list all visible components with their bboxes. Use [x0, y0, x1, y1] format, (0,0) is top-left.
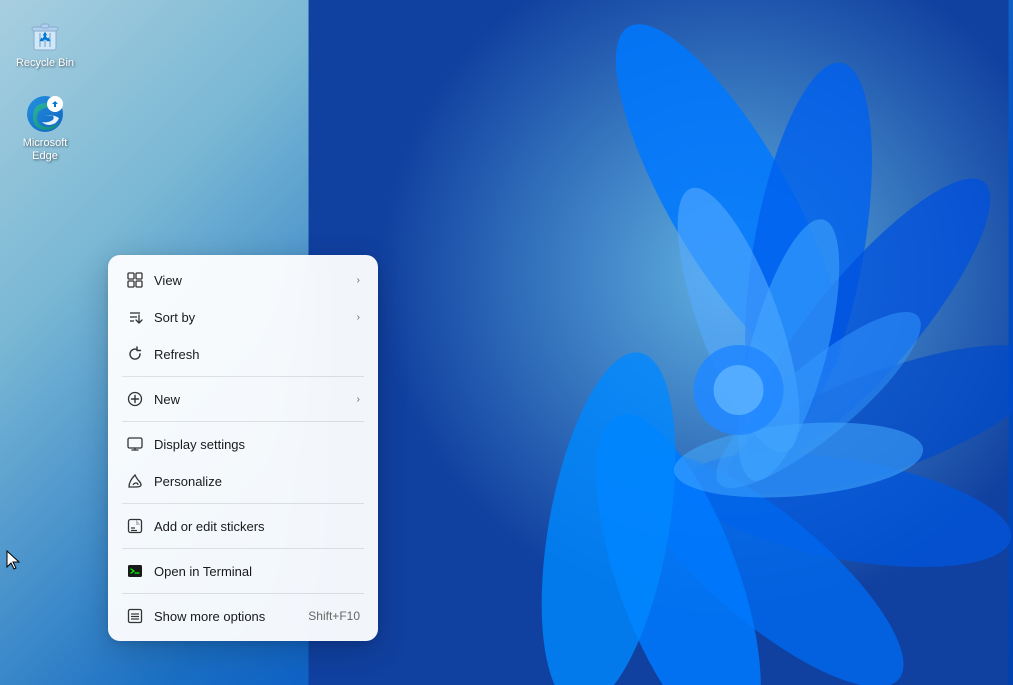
separator-4 — [122, 548, 364, 549]
menu-item-display-label: Display settings — [154, 437, 360, 452]
menu-item-more-options[interactable]: Show more options Shift+F10 — [112, 598, 374, 634]
new-arrow-icon: › — [357, 394, 360, 405]
menu-item-terminal[interactable]: Open in Terminal — [112, 553, 374, 589]
sort-arrow-icon: › — [357, 312, 360, 323]
context-menu: View › Sort by › Refresh — [108, 255, 378, 641]
menu-item-new-label: New — [154, 392, 347, 407]
menu-item-view[interactable]: View › — [112, 262, 374, 298]
edge-image — [25, 94, 65, 134]
recycle-bin-icon[interactable]: Recycle Bin — [10, 10, 80, 74]
menu-item-stickers-label: Add or edit stickers — [154, 519, 360, 534]
desktop-icons-container: Recycle Bin — [10, 10, 80, 168]
more-options-icon — [126, 607, 144, 625]
menu-item-refresh-label: Refresh — [154, 347, 360, 362]
separator-5 — [122, 593, 364, 594]
separator-3 — [122, 503, 364, 504]
personalize-icon — [126, 472, 144, 490]
terminal-icon — [126, 562, 144, 580]
view-icon — [126, 271, 144, 289]
menu-item-personalize[interactable]: Personalize — [112, 463, 374, 499]
menu-item-refresh[interactable]: Refresh — [112, 336, 374, 372]
menu-item-more-label: Show more options — [154, 609, 298, 624]
menu-item-sort-label: Sort by — [154, 310, 347, 325]
recycle-bin-image — [25, 14, 65, 54]
separator-1 — [122, 376, 364, 377]
menu-item-terminal-label: Open in Terminal — [154, 564, 360, 579]
refresh-icon — [126, 345, 144, 363]
view-arrow-icon: › — [357, 275, 360, 286]
menu-item-new[interactable]: New › — [112, 381, 374, 417]
menu-item-sort-by[interactable]: Sort by › — [112, 299, 374, 335]
menu-item-view-label: View — [154, 273, 347, 288]
microsoft-edge-icon[interactable]: Microsoft Edge — [10, 90, 80, 167]
menu-item-stickers[interactable]: Add or edit stickers — [112, 508, 374, 544]
wallpaper-svg — [304, 0, 1013, 685]
stickers-icon — [126, 517, 144, 535]
new-icon — [126, 390, 144, 408]
menu-item-display-settings[interactable]: Display settings — [112, 426, 374, 462]
edge-label: Microsoft Edge — [14, 137, 76, 163]
menu-item-personalize-label: Personalize — [154, 474, 360, 489]
recycle-bin-label: Recycle Bin — [16, 57, 74, 70]
more-options-shortcut: Shift+F10 — [308, 609, 360, 623]
separator-2 — [122, 421, 364, 422]
display-icon — [126, 435, 144, 453]
mouse-cursor — [6, 550, 18, 568]
sort-icon — [126, 308, 144, 326]
